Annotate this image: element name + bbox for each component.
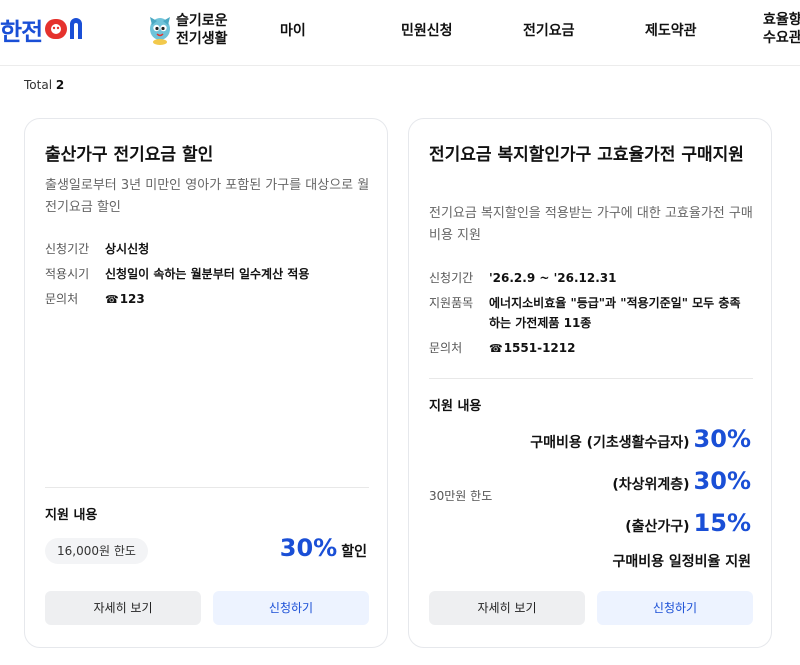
- info-row-contact: 문의처 ☎1551-1212: [429, 338, 759, 359]
- info-label: 문의처: [45, 292, 79, 306]
- logo-on-mark: [44, 16, 88, 42]
- mascot-title-line2: 전기생활: [176, 31, 228, 47]
- contact-number: 1551-1212: [503, 341, 576, 355]
- benefit-card-birth-household: 출산가구 전기요금 할인 출생일로부터 3년 미만인 영아가 포함된 가구를 대…: [24, 118, 388, 648]
- total-number: 2: [55, 78, 65, 92]
- info-row-period: 신청기간 '26.2.9 ~ '26.12.31: [429, 268, 759, 288]
- support-line-label: 구매비용 (기초생활수급자): [530, 435, 690, 451]
- detail-button[interactable]: 자세히 보기: [45, 591, 201, 625]
- info-row-apply-time: 적용시기 신청일이 속하는 월분부터 일수계산 적용: [45, 264, 375, 284]
- mascot-title: 슬기로운 전기생활: [176, 12, 228, 48]
- support-line-near-poverty: (차상위계층) 30%: [530, 467, 751, 509]
- info-row-period: 신청기간 상시신청: [45, 239, 375, 259]
- apply-button[interactable]: 신청하기: [213, 591, 369, 625]
- contact-value[interactable]: ☎123: [105, 289, 375, 310]
- limit-text: 30만원 한도: [429, 489, 493, 503]
- info-label: 적용시기: [45, 267, 90, 281]
- nav-efficiency-line2: 수요관: [763, 30, 800, 46]
- support-title: 지원 내용: [45, 508, 98, 523]
- discount-suffix: 할인: [341, 544, 367, 560]
- info-label: 지원품목: [429, 296, 474, 310]
- top-header: 한전 슬기로운 전기생활 마이 민원신청 전기요금 제도약관 효율향 수요관: [0, 0, 800, 66]
- detail-button[interactable]: 자세히 보기: [429, 591, 585, 625]
- card-title: 전기요금 복지할인가구 고효율가전 구매지원: [429, 145, 744, 165]
- support-line-percent: 30%: [693, 425, 751, 453]
- benefit-card-efficient-appliance: 전기요금 복지할인가구 고효율가전 구매지원 전기요금 복지할인을 적용받는 가…: [408, 118, 772, 648]
- info-value: 상시신청: [105, 242, 150, 256]
- support-title: 지원 내용: [429, 399, 482, 414]
- info-row-items: 지원품목 에너지소비효율 "등급"과 "적용기준일" 모두 충족하는 가전제품 …: [429, 293, 751, 333]
- info-row-contact: 문의처 ☎123: [45, 289, 375, 310]
- mascot-banner[interactable]: 슬기로운 전기생활: [148, 12, 228, 48]
- info-value: 신청일이 속하는 월분부터 일수계산 적용: [105, 267, 310, 281]
- nav-efficiency-line1: 효율향: [763, 12, 800, 28]
- kepco-on-logo[interactable]: 한전: [0, 14, 88, 46]
- support-footnote: 구매비용 일정비율 지원: [612, 554, 751, 570]
- info-label: 신청기간: [429, 271, 474, 285]
- info-label: 문의처: [429, 341, 463, 355]
- limit-badge: 16,000원 한도: [45, 538, 148, 564]
- info-value: '26.2.9 ~ '26.12.31: [489, 271, 617, 285]
- contact-value[interactable]: ☎1551-1212: [489, 338, 759, 359]
- info-value: 에너지소비효율 "등급"과 "적용기준일" 모두 충족하는 가전제품 11종: [489, 296, 741, 330]
- nav-my[interactable]: 마이: [280, 20, 306, 40]
- support-line-birth-household: (출산가구) 15%: [530, 509, 751, 551]
- contact-number: 123: [119, 292, 145, 306]
- info-label: 신청기간: [45, 242, 90, 256]
- support-rates: 구매비용 (기초생활수급자) 30% (차상위계층) 30% (출산가구) 15…: [530, 425, 751, 571]
- total-label: Total: [24, 78, 53, 92]
- phone-icon: ☎: [105, 293, 119, 306]
- divider: [45, 487, 369, 488]
- mascot-icon: [150, 17, 170, 45]
- nav-efficiency-demand[interactable]: 효율향 수요관: [763, 11, 800, 47]
- discount-rate: 30% 할인: [280, 534, 367, 562]
- on-logo-icon: [45, 18, 83, 39]
- logo-text: 한전: [0, 17, 43, 46]
- support-line-label: (차상위계층): [612, 477, 690, 493]
- support-line-percent: 30%: [693, 467, 751, 495]
- card-title: 출산가구 전기요금 할인: [45, 145, 214, 165]
- apply-button[interactable]: 신청하기: [597, 591, 753, 625]
- discount-percent: 30%: [279, 534, 338, 562]
- support-line-label: (출산가구): [625, 519, 690, 535]
- card-description: 전기요금 복지할인을 적용받는 가구에 대한 고효율가전 구매비용 지원: [429, 206, 753, 243]
- card-description: 출생일로부터 3년 미만인 영아가 포함된 가구를 대상으로 월 전기요금 할인: [45, 178, 370, 215]
- divider: [429, 378, 753, 379]
- total-count: Total 2: [24, 78, 64, 92]
- phone-icon: ☎: [489, 342, 503, 355]
- support-line-percent: 15%: [693, 509, 751, 537]
- nav-terms[interactable]: 제도약관: [645, 20, 697, 40]
- mascot-title-line1: 슬기로운: [176, 13, 228, 29]
- nav-electric-bill[interactable]: 전기요금: [523, 20, 575, 40]
- support-line-basic-living: 구매비용 (기초생활수급자) 30%: [530, 425, 751, 467]
- nav-civil-request[interactable]: 민원신청: [401, 20, 453, 40]
